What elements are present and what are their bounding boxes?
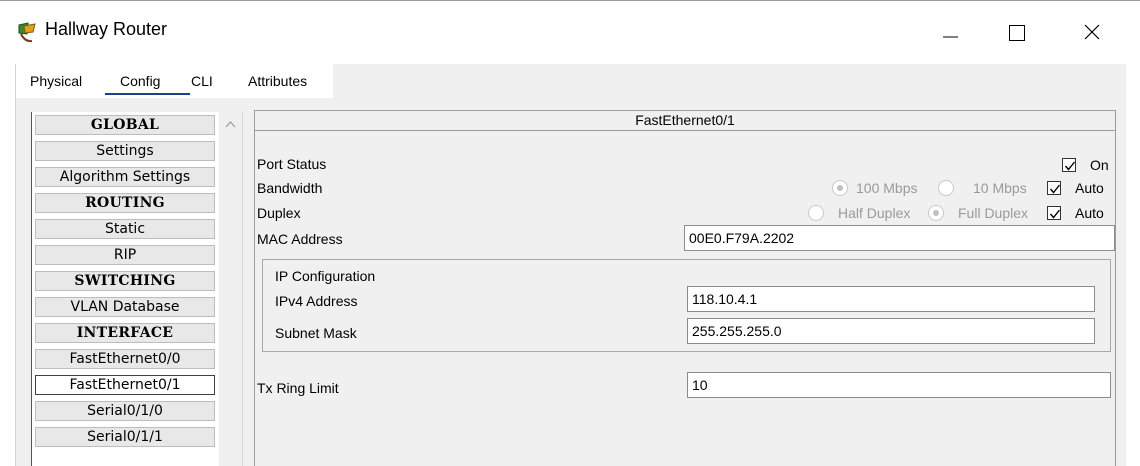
tx-ring-limit-label: Tx Ring Limit xyxy=(257,380,339,396)
close-icon xyxy=(1084,24,1100,40)
sidebar-item-fastethernet0-0[interactable]: FastEthernet0/0 xyxy=(35,349,215,369)
mac-address-label: MAC Address xyxy=(257,231,343,247)
tab-config[interactable]: Config xyxy=(105,73,190,95)
sidebar-item-algorithm-settings[interactable]: Algorithm Settings xyxy=(35,167,215,187)
active-tab-underline xyxy=(105,93,190,95)
sidebar-item-serial0-1-1[interactable]: Serial0/1/1 xyxy=(35,427,215,447)
duplex-label: Duplex xyxy=(257,205,301,221)
title-bar: Hallway Router xyxy=(0,0,1140,65)
tx-ring-limit-field[interactable] xyxy=(687,372,1111,398)
minimize-icon xyxy=(943,36,958,38)
sidebar-item-vlan-database[interactable]: VLAN Database xyxy=(35,297,215,317)
bandwidth-auto-checkbox[interactable] xyxy=(1047,181,1061,195)
duplex-auto-checkbox[interactable] xyxy=(1047,206,1061,220)
duplex-full-radio xyxy=(928,205,944,221)
sidebar-header-interface: INTERFACE xyxy=(35,323,215,343)
duplex-auto-label: Auto xyxy=(1075,205,1104,221)
bandwidth-100-label: 100 Mbps xyxy=(856,180,918,196)
port-status-on-label: On xyxy=(1090,157,1109,173)
sidebar-item-settings[interactable]: Settings xyxy=(35,141,215,161)
sidebar-item-rip[interactable]: RIP xyxy=(35,245,215,265)
ip-configuration-heading: IP Configuration xyxy=(275,268,376,284)
maximize-button[interactable] xyxy=(992,13,1038,53)
tab-strip: Physical Config CLI Attributes xyxy=(16,64,333,98)
subnet-mask-field[interactable] xyxy=(687,318,1095,344)
check-icon xyxy=(1049,184,1061,194)
scroll-up-icon[interactable] xyxy=(225,120,236,128)
config-sidebar: GLOBAL Settings Algorithm Settings ROUTI… xyxy=(31,112,221,466)
tab-config-label: Config xyxy=(120,73,161,89)
bandwidth-100-radio xyxy=(832,180,848,196)
bandwidth-10-label: 10 Mbps xyxy=(973,180,1027,196)
maximize-icon xyxy=(1009,25,1025,41)
sidebar-header-switching: SWITCHING xyxy=(35,271,215,291)
tab-physical[interactable]: Physical xyxy=(30,73,82,89)
close-button[interactable] xyxy=(1070,13,1116,53)
duplex-half-label: Half Duplex xyxy=(838,205,911,221)
sidebar-scrollbar[interactable] xyxy=(219,112,243,466)
duplex-full-label: Full Duplex xyxy=(958,205,1029,221)
mac-address-field[interactable] xyxy=(684,225,1115,251)
minimize-button[interactable] xyxy=(927,13,973,53)
interface-panel: FastEthernet0/1 Port Status On Bandwidth… xyxy=(254,110,1116,466)
ipv4-address-label: IPv4 Address xyxy=(275,293,358,309)
sidebar-header-routing: ROUTING xyxy=(35,193,215,213)
router-icon xyxy=(16,21,38,43)
sidebar-item-fastethernet0-1[interactable]: FastEthernet0/1 xyxy=(35,375,215,395)
tab-cli[interactable]: CLI xyxy=(191,73,213,89)
bandwidth-label: Bandwidth xyxy=(257,180,323,196)
port-status-label: Port Status xyxy=(257,156,327,172)
port-status-on-checkbox[interactable] xyxy=(1062,158,1076,172)
panel-title: FastEthernet0/1 xyxy=(255,110,1115,131)
sidebar-item-static[interactable]: Static xyxy=(35,219,215,239)
sidebar-item-serial0-1-0[interactable]: Serial0/1/0 xyxy=(35,401,215,421)
check-icon xyxy=(1064,161,1076,171)
subnet-mask-label: Subnet Mask xyxy=(275,325,357,341)
bandwidth-10-radio xyxy=(938,180,954,196)
tab-attributes[interactable]: Attributes xyxy=(248,73,307,89)
window-title: Hallway Router xyxy=(45,19,168,39)
ipv4-address-field[interactable] xyxy=(687,286,1095,312)
sidebar-header-global: GLOBAL xyxy=(35,115,215,135)
check-icon xyxy=(1049,209,1061,219)
bandwidth-auto-label: Auto xyxy=(1075,180,1104,196)
duplex-half-radio xyxy=(808,205,824,221)
